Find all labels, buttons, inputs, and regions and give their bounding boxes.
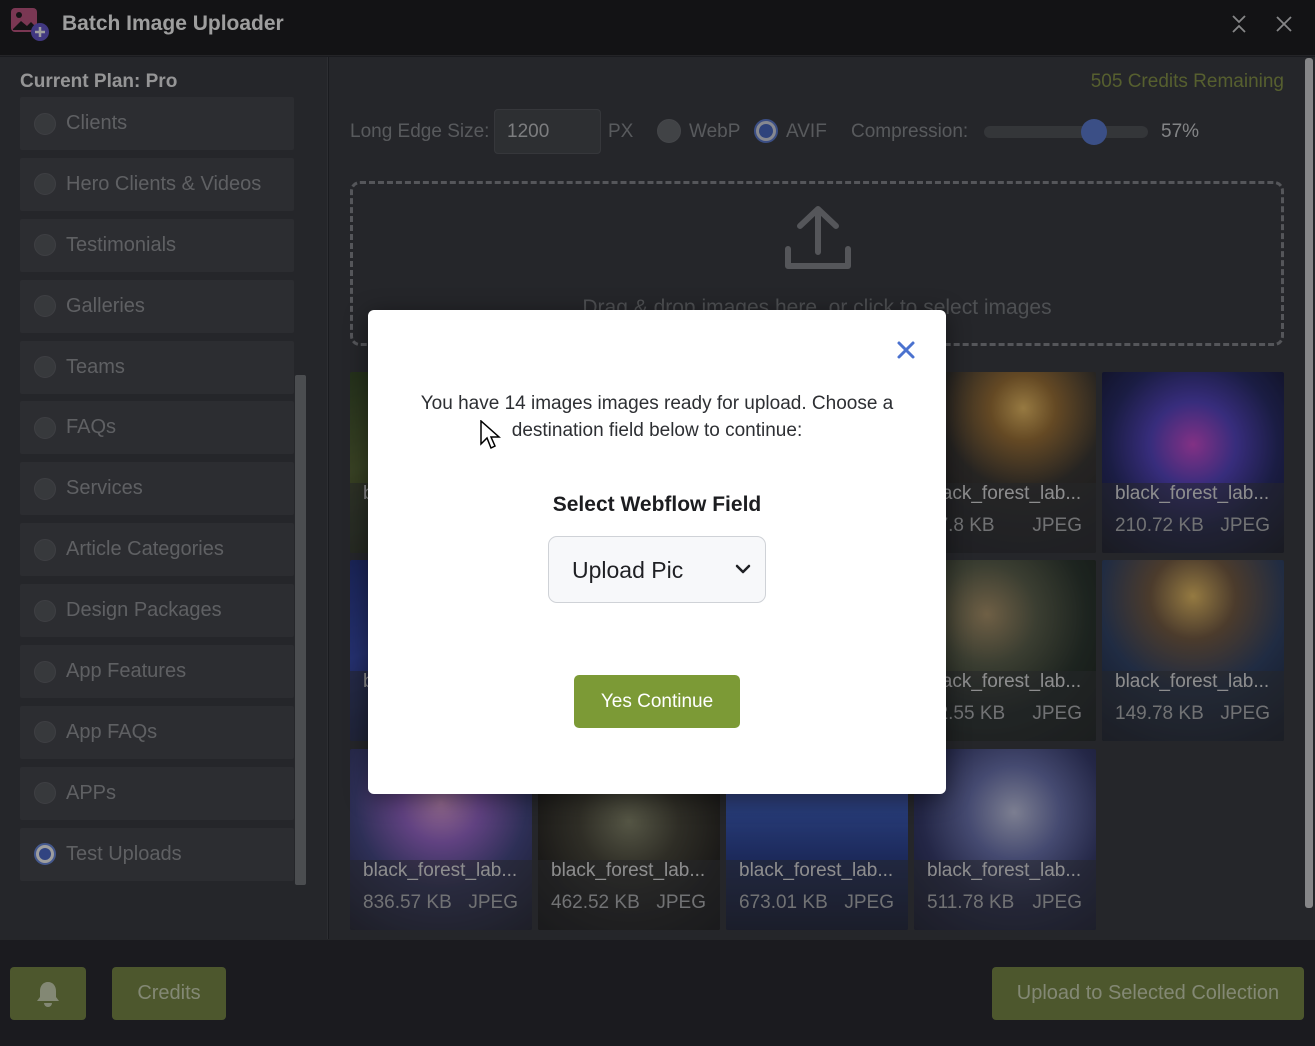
modal-close-icon[interactable] <box>894 338 918 362</box>
selected-field-value: Upload Pic <box>572 557 684 583</box>
select-field-label: Select Webflow Field <box>552 493 762 516</box>
webflow-field-select[interactable]: Upload Pic <box>548 536 766 603</box>
yes-continue-button[interactable]: Yes Continue <box>574 675 740 728</box>
destination-field-modal: You have 14 images images ready for uplo… <box>368 310 946 794</box>
mouse-cursor-icon <box>480 420 501 450</box>
chevron-down-icon <box>735 564 751 574</box>
